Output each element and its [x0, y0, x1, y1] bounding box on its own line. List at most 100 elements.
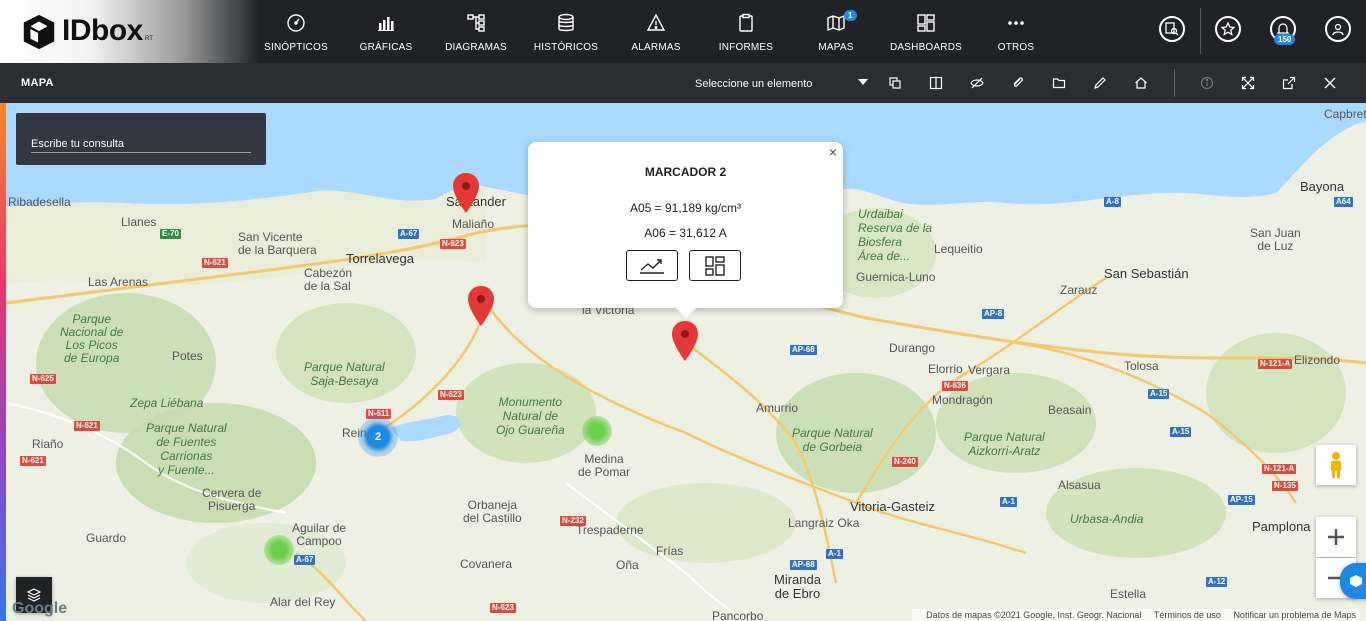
pegman-icon — [1331, 452, 1341, 478]
map-label: Parque Natural de Gorbeia — [792, 426, 873, 454]
close-icon[interactable]: × — [829, 144, 837, 160]
map-label: Estella — [1110, 587, 1147, 601]
map-label: Orbaneja del Castillo — [463, 498, 522, 525]
map-label: Ribadesella — [8, 195, 71, 209]
copy-button[interactable] — [886, 74, 904, 92]
open-external-button[interactable] — [1280, 74, 1298, 92]
map-label: Vergara — [968, 363, 1011, 377]
header-divider — [1200, 8, 1201, 54]
nav-label: HISTÓRICOS — [533, 42, 599, 53]
terms-link[interactable]: Términos de uso — [1154, 610, 1221, 620]
report-link[interactable]: Notificar un problema de Maps — [1233, 610, 1356, 620]
heatmap-point — [582, 416, 612, 446]
road-sign: N-625 — [30, 374, 56, 384]
road-sign: N-621 — [20, 456, 46, 466]
road-sign: N-621 — [202, 258, 228, 268]
heatmap-point — [264, 535, 294, 565]
map-label: Capbret — [1324, 107, 1366, 121]
map-label: Guernica-Luno — [856, 270, 936, 284]
folder-icon — [1052, 78, 1066, 89]
road-sign: N-623 — [440, 239, 466, 249]
open-chart-button[interactable] — [626, 250, 678, 281]
road-sign: N-636 — [942, 381, 968, 391]
logo-subtext: RT — [145, 36, 153, 42]
gauge-icon — [287, 14, 305, 32]
map-label: Vitoria-Gasteiz — [850, 499, 936, 514]
map-label: Miranda de Ebro — [774, 572, 821, 601]
logo-area[interactable]: IDbox RT — [0, 0, 260, 63]
road-sign: AP-15 — [1228, 495, 1255, 505]
plus-icon — [1328, 529, 1344, 545]
map-label: Urbasa-Andia — [1070, 512, 1144, 526]
idbox-logo-icon — [23, 14, 55, 50]
link-button[interactable] — [1009, 74, 1027, 92]
element-selector[interactable]: Seleccione un elemento — [695, 78, 812, 90]
search-input[interactable] — [31, 135, 251, 153]
user-profile-button[interactable] — [1325, 16, 1351, 42]
chevron-down-icon[interactable] — [858, 79, 868, 85]
nav-diagramas[interactable]: DIAGRAMAS — [444, 0, 508, 63]
map-label: Elizondo — [1294, 353, 1341, 367]
nav-otros[interactable]: OTROS — [994, 0, 1038, 63]
map-marker-pin-selected[interactable] — [672, 321, 698, 361]
map-label: Maliaño — [452, 217, 495, 231]
info-button[interactable] — [1198, 74, 1216, 92]
assistant-button[interactable] — [1340, 563, 1366, 599]
logo-text: IDbox — [62, 14, 143, 47]
map-label: Zarauz — [1060, 283, 1098, 297]
nav-historicos[interactable]: HISTÓRICOS — [533, 0, 599, 63]
map-label: San Juan de Luz — [1250, 226, 1301, 253]
map-label: Torrelavega — [346, 251, 414, 266]
home-button[interactable] — [1132, 74, 1150, 92]
close-button[interactable] — [1321, 74, 1339, 92]
map-toolbar: MAPA Seleccione un elemento — [0, 63, 1366, 103]
columns-icon — [929, 76, 943, 90]
split-view-button[interactable] — [927, 74, 945, 92]
map-label: Potes — [172, 349, 203, 363]
search-panel — [16, 113, 266, 165]
road-sign: A-15 — [1148, 389, 1170, 399]
street-view-button[interactable] — [1316, 445, 1356, 485]
nav-sinopticos[interactable]: SINÓPTICOS — [262, 0, 330, 63]
nav-informes[interactable]: INFORMES — [716, 0, 776, 63]
folder-button[interactable] — [1050, 74, 1068, 92]
road-sign: E-70 — [160, 229, 181, 239]
road-sign: N-240 — [892, 457, 918, 467]
open-dashboard-button[interactable] — [689, 250, 741, 281]
toolbar-divider — [1174, 69, 1175, 97]
nav-label: SINÓPTICOS — [264, 42, 328, 53]
road-sign: N-621 — [74, 421, 100, 431]
road-sign: A-8 — [1104, 197, 1121, 207]
map-marker-pin[interactable] — [468, 286, 494, 326]
map-label: Cabezón de la Sal — [304, 266, 353, 293]
nav-graficas[interactable]: GRÁFICAS — [356, 0, 416, 63]
nav-mapas[interactable]: MAPAS 1 — [812, 0, 860, 63]
nav-label: INFORMES — [718, 42, 774, 53]
search-document-button[interactable] — [1159, 16, 1185, 42]
map-marker-pin[interactable] — [453, 173, 479, 213]
edit-button[interactable] — [1091, 74, 1109, 92]
nav-dashboards[interactable]: DASHBOARDS — [888, 0, 964, 63]
map-label: Parque Nacional de Los Picos de Europa — [60, 312, 124, 365]
map-label: Las Arenas — [88, 275, 149, 289]
popup-value: A05 = 91,189 kg/cm³ — [629, 201, 742, 215]
map-label: Pancorbo — [712, 609, 764, 621]
road-sign: AP-8 — [982, 309, 1005, 319]
external-link-icon — [1282, 76, 1296, 90]
home-icon — [1135, 77, 1147, 89]
road-sign: A-1 — [826, 549, 843, 559]
marker-cluster[interactable]: 2 — [358, 417, 398, 457]
nav-label: MAPAS — [818, 42, 854, 53]
favorites-button[interactable] — [1215, 16, 1241, 42]
map-label: Urdaibai Reserva de la Biosfera Área de.… — [858, 207, 933, 263]
copy-icon — [889, 77, 901, 89]
nav-alarmas[interactable]: ALARMAS — [628, 0, 684, 63]
nav-label: OTROS — [997, 42, 1035, 53]
attribution-data: Datos de mapas ©2021 Google, Inst. Geogr… — [926, 610, 1142, 620]
map-label: San Sebastián — [1104, 266, 1189, 281]
zoom-in-button[interactable] — [1316, 517, 1356, 557]
map-attribution: Datos de mapas ©2021 Google, Inst. Geogr… — [912, 609, 1360, 621]
map-label: Oña — [616, 558, 639, 572]
hide-button[interactable] — [968, 74, 986, 92]
fullscreen-button[interactable] — [1239, 74, 1257, 92]
